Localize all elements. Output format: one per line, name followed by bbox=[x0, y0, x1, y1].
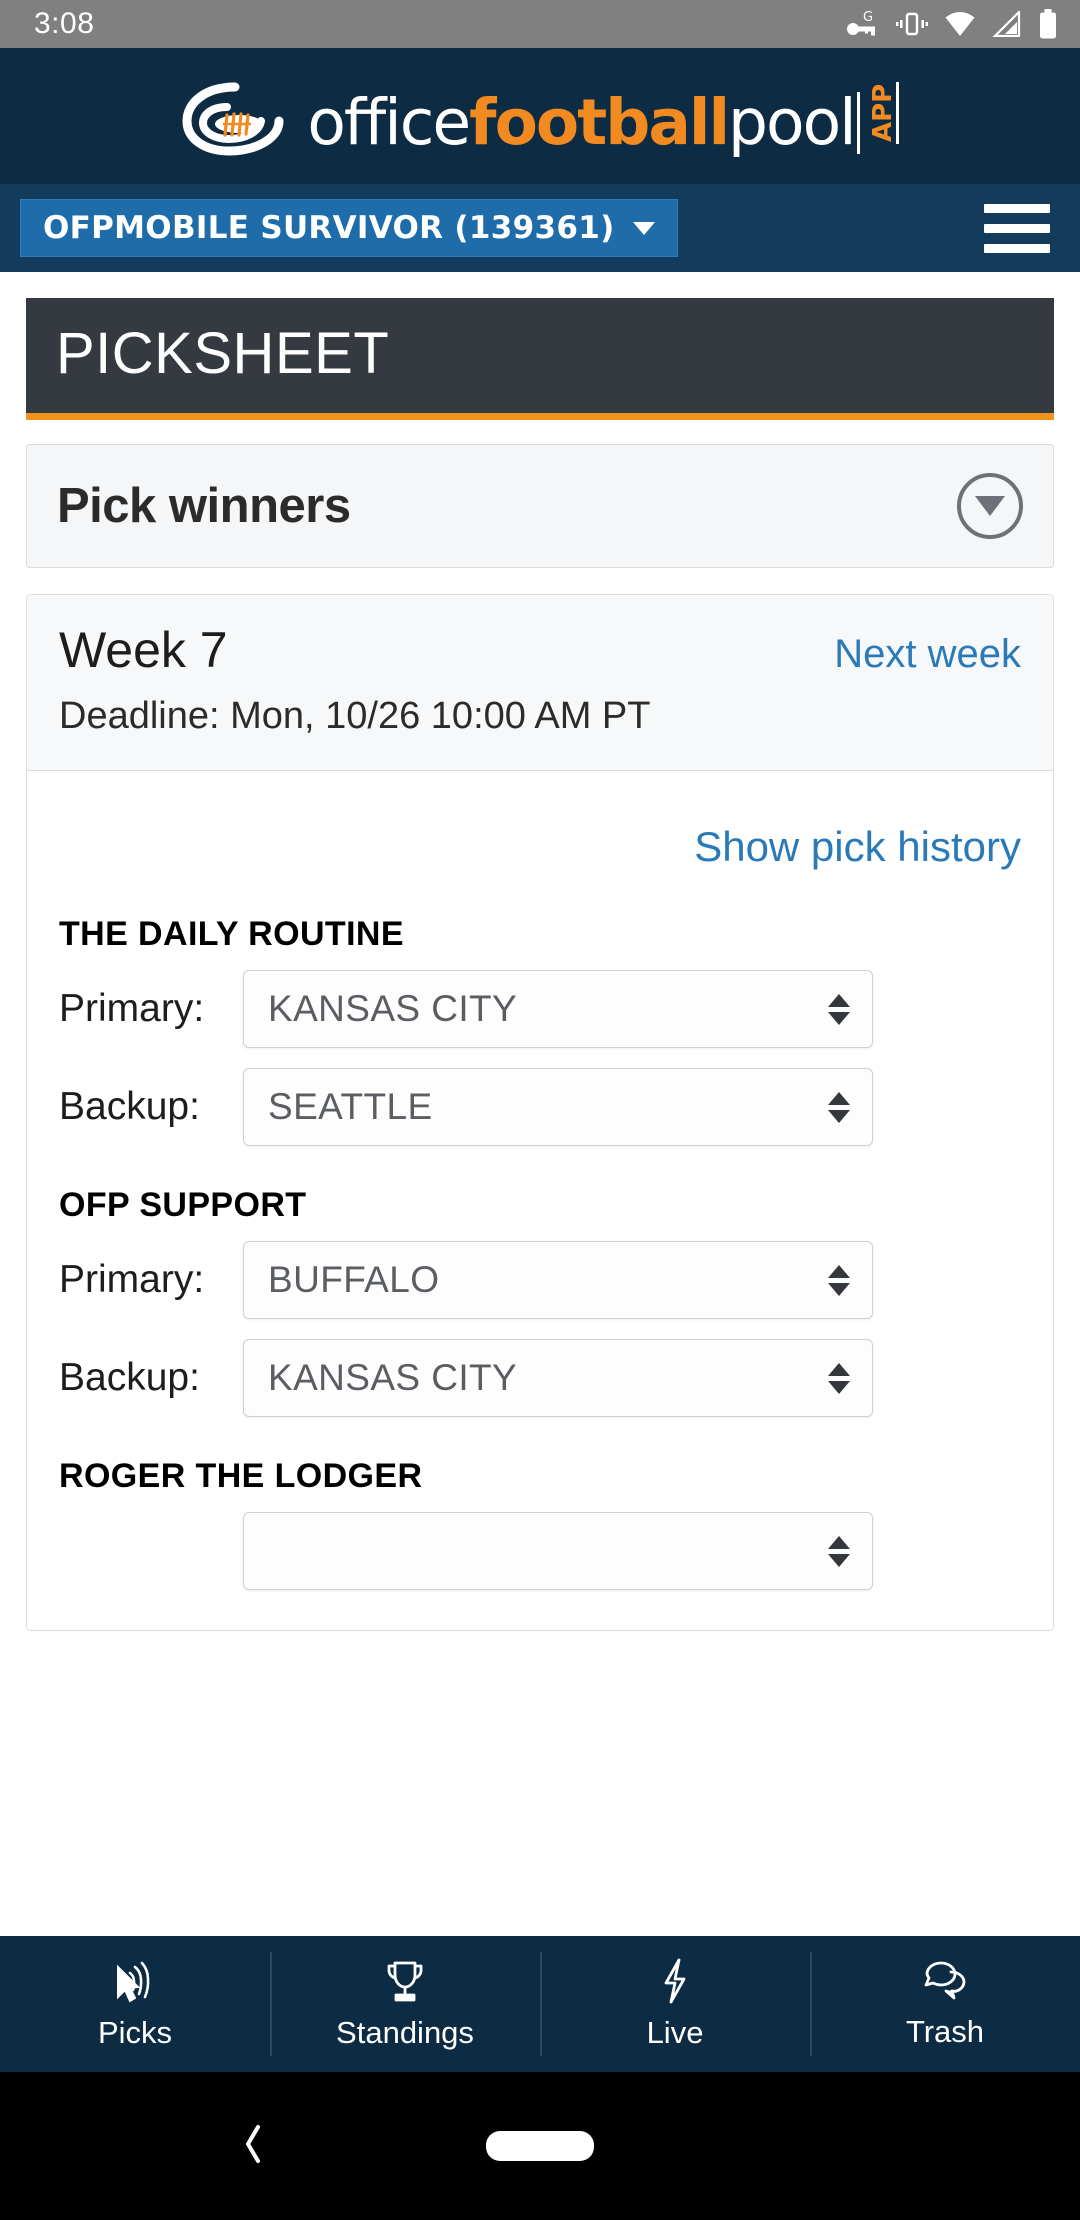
week-title: Week 7 bbox=[59, 622, 228, 678]
cell-signal-icon bbox=[992, 11, 1022, 37]
team-select[interactable]: SEATTLE bbox=[243, 1068, 873, 1146]
entry-group: OFP SUPPORT Primary: BUFFALO Backup: KAN… bbox=[59, 1186, 1021, 1417]
team-select[interactable]: KANSAS CITY bbox=[243, 970, 873, 1048]
status-bar-icons: G bbox=[846, 9, 1058, 39]
deadline-text: Deadline: Mon, 10/26 10:00 AM PT bbox=[59, 695, 651, 737]
fingerprint-pointer-icon bbox=[112, 1957, 158, 2005]
battery-icon bbox=[1038, 9, 1058, 39]
bottom-tab-bar: Picks Standings Live Trash bbox=[0, 1936, 1080, 2072]
team-select[interactable] bbox=[243, 1512, 873, 1590]
page-title-banner: PICKSHEET bbox=[26, 298, 1054, 420]
chat-bubbles-icon bbox=[921, 1958, 969, 2004]
page-title: PICKSHEET bbox=[56, 321, 390, 386]
football-eye-logo-icon bbox=[181, 79, 291, 157]
tab-label: Trash bbox=[905, 2014, 985, 2049]
tab-trash[interactable]: Trash bbox=[810, 1936, 1080, 2072]
pick-row: Backup: SEATTLE bbox=[59, 1068, 1021, 1146]
pick-row bbox=[59, 1512, 1021, 1590]
chevron-down-circle-icon[interactable] bbox=[957, 473, 1023, 539]
entry-name: THE DAILY ROUTINE bbox=[59, 915, 404, 953]
team-select-value: BUFFALO bbox=[268, 1259, 440, 1300]
vpn-key-google-icon: G bbox=[846, 9, 880, 39]
stepper-arrows-icon bbox=[828, 1362, 850, 1394]
phone-screen: 3:08 G office football pool APP OFPMOBIL… bbox=[0, 0, 1080, 2220]
pick-label: Primary: bbox=[59, 987, 205, 1030]
tab-label: Live bbox=[646, 2015, 704, 2050]
pick-winners-title: Pick winners bbox=[57, 479, 351, 533]
android-navigation-bar bbox=[0, 2072, 1080, 2220]
tab-label: Standings bbox=[336, 2015, 474, 2050]
tab-standings[interactable]: Standings bbox=[270, 1936, 540, 2072]
hamburger-menu-icon[interactable] bbox=[980, 198, 1054, 259]
team-select-value: KANSAS CITY bbox=[268, 1357, 518, 1398]
pick-winners-panel-header[interactable]: Pick winners bbox=[26, 444, 1054, 568]
main-content: PICKSHEET Pick winners Week 7 Next week … bbox=[0, 272, 1080, 1936]
pick-label: Primary: bbox=[59, 1258, 205, 1301]
brand-logo-lockup: office football pool APP bbox=[181, 79, 899, 159]
entry-group: ROGER THE LODGER bbox=[59, 1457, 1021, 1590]
tab-picks[interactable]: Picks bbox=[0, 1936, 270, 2072]
pool-name-label: OFPMOBILE SURVIVOR (139361) bbox=[43, 210, 615, 246]
trophy-icon bbox=[382, 1957, 428, 2005]
brand-wordmark: office football pool APP bbox=[307, 82, 899, 159]
tab-label: Picks bbox=[97, 2015, 173, 2050]
pick-row: Primary: KANSAS CITY bbox=[59, 970, 1021, 1048]
pick-label: Backup: bbox=[59, 1356, 200, 1399]
svg-text:G: G bbox=[863, 10, 873, 25]
pool-selector-bar: OFPMOBILE SURVIVOR (139361) bbox=[0, 184, 1080, 272]
team-select[interactable]: BUFFALO bbox=[243, 1241, 873, 1319]
tab-live[interactable]: Live bbox=[540, 1936, 810, 2072]
team-select-value: KANSAS CITY bbox=[268, 988, 518, 1029]
app-brand-header: office football pool APP bbox=[0, 48, 1080, 184]
brand-divider bbox=[856, 92, 860, 154]
team-select[interactable]: KANSAS CITY bbox=[243, 1339, 873, 1417]
pick-row: Backup: KANSAS CITY bbox=[59, 1339, 1021, 1417]
brand-word-app: APP bbox=[867, 82, 899, 144]
brand-word-football: football bbox=[469, 86, 730, 159]
stepper-arrows-icon bbox=[828, 1535, 850, 1567]
home-pill-icon[interactable] bbox=[486, 2131, 594, 2161]
stepper-arrows-icon bbox=[828, 1091, 850, 1123]
back-chevron-icon[interactable] bbox=[236, 2121, 270, 2172]
pick-row: Primary: BUFFALO bbox=[59, 1241, 1021, 1319]
brand-word-pool: pool bbox=[728, 86, 857, 159]
status-bar-clock: 3:08 bbox=[34, 7, 95, 40]
show-pick-history-link[interactable]: Show pick history bbox=[694, 823, 1021, 870]
week-card-header: Week 7 Next week Deadline: Mon, 10/26 10… bbox=[27, 595, 1053, 771]
week-card-body: Show pick history THE DAILY ROUTINE Prim… bbox=[27, 771, 1053, 1590]
chevron-down-icon bbox=[632, 221, 655, 235]
stepper-arrows-icon bbox=[828, 1264, 850, 1296]
entry-name: OFP SUPPORT bbox=[59, 1186, 307, 1224]
entry-group: THE DAILY ROUTINE Primary: KANSAS CITY B… bbox=[59, 915, 1021, 1146]
pick-history-row: Show pick history bbox=[59, 801, 1021, 915]
team-select-value: SEATTLE bbox=[268, 1086, 433, 1127]
vibrate-icon bbox=[896, 10, 928, 38]
brand-word-office: office bbox=[307, 86, 471, 159]
entry-name: ROGER THE LODGER bbox=[59, 1457, 423, 1495]
week-pick-card: Week 7 Next week Deadline: Mon, 10/26 10… bbox=[26, 594, 1054, 1631]
pick-label: Backup: bbox=[59, 1085, 200, 1128]
pool-selector-dropdown[interactable]: OFPMOBILE SURVIVOR (139361) bbox=[20, 199, 678, 257]
stepper-arrows-icon bbox=[828, 993, 850, 1025]
status-bar: 3:08 G bbox=[0, 0, 1080, 48]
next-week-link[interactable]: Next week bbox=[834, 632, 1021, 677]
wifi-icon bbox=[944, 11, 976, 37]
lightning-bolt-icon bbox=[655, 1957, 695, 2005]
